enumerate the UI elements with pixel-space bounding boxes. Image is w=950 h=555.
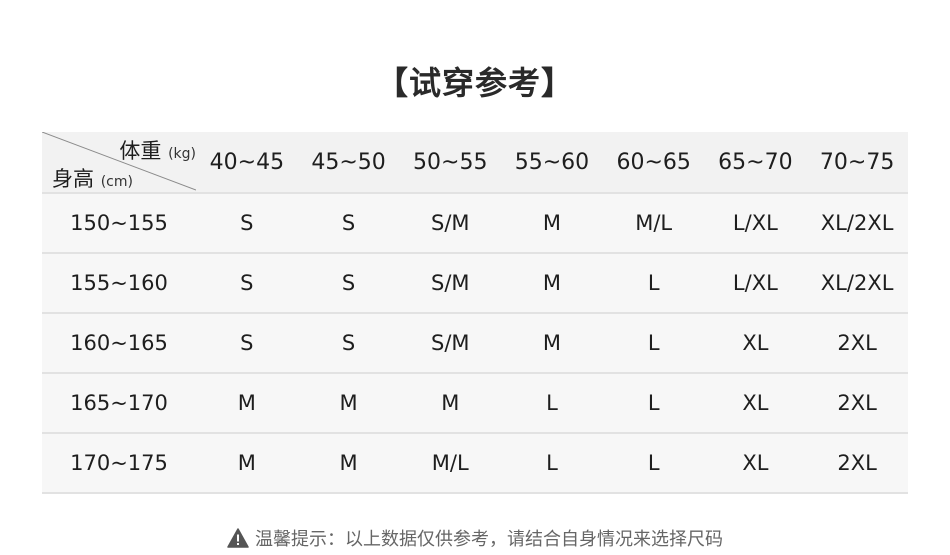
size-cell: XL [742, 331, 769, 355]
size-cell: M [542, 271, 562, 295]
table-row: 150~155 S S S/M M M/L L/XL XL/2XL [42, 193, 908, 253]
size-cell: S [341, 331, 356, 355]
size-cell: S [240, 271, 254, 295]
size-cell: L [647, 451, 660, 475]
size-cell: M [441, 391, 460, 415]
size-cell: XL/2XL [820, 271, 894, 295]
height-range-cell: 165~170 [70, 391, 168, 415]
page-title: 【试穿参考】 [375, 64, 574, 102]
warning-icon [227, 528, 249, 548]
size-cell: M [339, 451, 358, 475]
size-cell: S [240, 331, 254, 355]
size-cell: L [546, 391, 558, 415]
height-range-cell: 170~175 [70, 451, 168, 475]
height-unit: (cm) [100, 174, 133, 190]
weight-column-header: 50~55 [413, 149, 488, 175]
weight-column-header: 55~60 [514, 149, 590, 175]
weight-column-header: 65~70 [718, 149, 793, 175]
size-chart-table: 体重 (kg) 身高 (cm) 40~45 45~50 50~55 55~60 … [42, 132, 908, 494]
size-cell: L/XL [732, 271, 778, 295]
size-cell: 2XL [837, 331, 877, 355]
size-cell: XL/2XL [820, 211, 894, 235]
size-cell: XL [742, 451, 769, 475]
weight-column-header: 60~65 [616, 149, 691, 175]
size-cell: S [341, 211, 356, 235]
weight-column-header: 45~50 [311, 149, 386, 175]
size-cell: M [237, 391, 256, 415]
size-cell: L/XL [732, 211, 778, 235]
size-cell: L [647, 271, 660, 295]
table-row: 170~175 M M M/L L L XL 2XL [42, 433, 908, 493]
size-cell: S/M [430, 271, 470, 295]
size-cell: S [240, 211, 254, 235]
size-cell: M [542, 331, 562, 355]
corner-weight-label: 体重 (kg) [119, 139, 196, 163]
table-row: 165~170 M M M L L XL 2XL [42, 373, 908, 433]
size-cell: S/M [430, 331, 470, 355]
height-range-cell: 160~165 [70, 331, 168, 355]
size-cell: M/L [635, 211, 673, 235]
size-cell: L [647, 391, 660, 415]
table-corner-cell: 体重 (kg) 身高 (cm) [42, 132, 196, 193]
size-cell: M/L [431, 451, 469, 475]
size-cell: 2XL [837, 391, 877, 415]
footer-note-text: 温馨提示：以上数据仅供参考，请结合自身情况来选择尺码 [255, 529, 723, 550]
weight-column-header: 40~45 [209, 149, 285, 175]
weight-column-header: 70~75 [819, 149, 895, 175]
corner-height-label: 身高 (cm) [52, 167, 133, 191]
size-cell: L [546, 451, 558, 475]
table-row: 155~160 S S S/M M L L/XL XL/2XL [42, 253, 908, 313]
size-cell: M [237, 451, 256, 475]
size-cell: XL [742, 391, 769, 415]
height-range-cell: 150~155 [70, 211, 168, 235]
size-cell: S [341, 271, 356, 295]
footer-note: 温馨提示：以上数据仅供参考，请结合自身情况来选择尺码 [0, 526, 950, 554]
table-header-row: 体重 (kg) 身高 (cm) 40~45 45~50 50~55 55~60 … [42, 132, 908, 193]
size-cell: M [542, 211, 562, 235]
table-row: 160~165 S S S/M M L XL 2XL [42, 313, 908, 373]
size-cell: M [339, 391, 358, 415]
size-cell: L [647, 331, 660, 355]
height-range-cell: 155~160 [70, 271, 168, 295]
size-cell: S/M [430, 211, 470, 235]
size-cell: 2XL [837, 451, 877, 475]
weight-unit: (kg) [168, 146, 196, 162]
